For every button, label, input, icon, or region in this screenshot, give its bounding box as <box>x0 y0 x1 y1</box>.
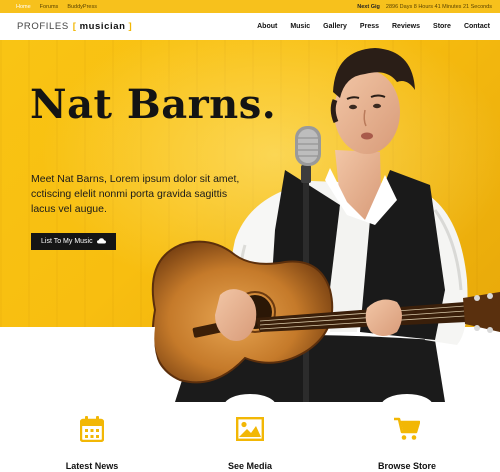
next-gig-countdown: 2896 Days 8 Hours 41 Minutes 21 Seconds <box>385 3 492 10</box>
feature-label: See Media <box>227 461 273 471</box>
nav-item-contact[interactable]: Contact <box>464 23 490 30</box>
nav-item-about[interactable]: About <box>257 23 277 30</box>
logo-open-bracket: [ <box>72 21 77 32</box>
nav-item-gallery[interactable]: Gallery <box>323 23 347 30</box>
next-gig-label: Next Gig <box>357 3 380 10</box>
top-link-home[interactable]: Home <box>16 4 31 10</box>
feature-see-media[interactable]: See Media <box>200 414 300 472</box>
main-nav: About Music Gallery Press Reviews Store … <box>257 23 490 30</box>
cloud-icon <box>96 237 106 246</box>
nav-item-reviews[interactable]: Reviews <box>392 23 420 30</box>
top-link-buddypress[interactable]: BuddyPress <box>67 4 97 10</box>
feature-browse-store[interactable]: Browse Store <box>357 414 457 472</box>
listen-music-label: List To My Music <box>41 238 93 245</box>
features-row: Latest News See Media Browse Store <box>0 402 500 472</box>
nav-item-music[interactable]: Music <box>290 23 310 30</box>
top-links: Home Forums BuddyPress <box>16 4 97 10</box>
feature-label: Latest News <box>65 461 119 471</box>
nav-item-press[interactable]: Press <box>360 23 379 30</box>
cart-icon <box>357 414 457 444</box>
logo-accent-text: musician <box>79 21 126 32</box>
top-bar: Home Forums BuddyPress Next Gig 2896 Day… <box>0 0 500 13</box>
next-gig: Next Gig 2896 Days 8 Hours 41 Minutes 21… <box>357 4 492 10</box>
logo-close-bracket: ] <box>128 21 133 32</box>
hero-description: Meet Nat Barns, Lorem ipsum dolor sit am… <box>31 173 240 215</box>
main-header: PROFILES [ musician ] About Music Galler… <box>0 13 500 40</box>
logo-text: PROFILES <box>17 21 69 32</box>
hero-title: Nat Barns. <box>30 81 277 128</box>
top-link-forums[interactable]: Forums <box>40 4 59 10</box>
calendar-icon <box>42 414 142 444</box>
feature-label: Browse Store <box>377 461 437 471</box>
listen-music-button[interactable]: List To My Music <box>31 233 116 250</box>
nav-item-store[interactable]: Store <box>433 23 451 30</box>
site-logo[interactable]: PROFILES [ musician ] <box>17 21 133 32</box>
image-icon <box>200 414 300 444</box>
feature-latest-news[interactable]: Latest News <box>42 414 142 472</box>
